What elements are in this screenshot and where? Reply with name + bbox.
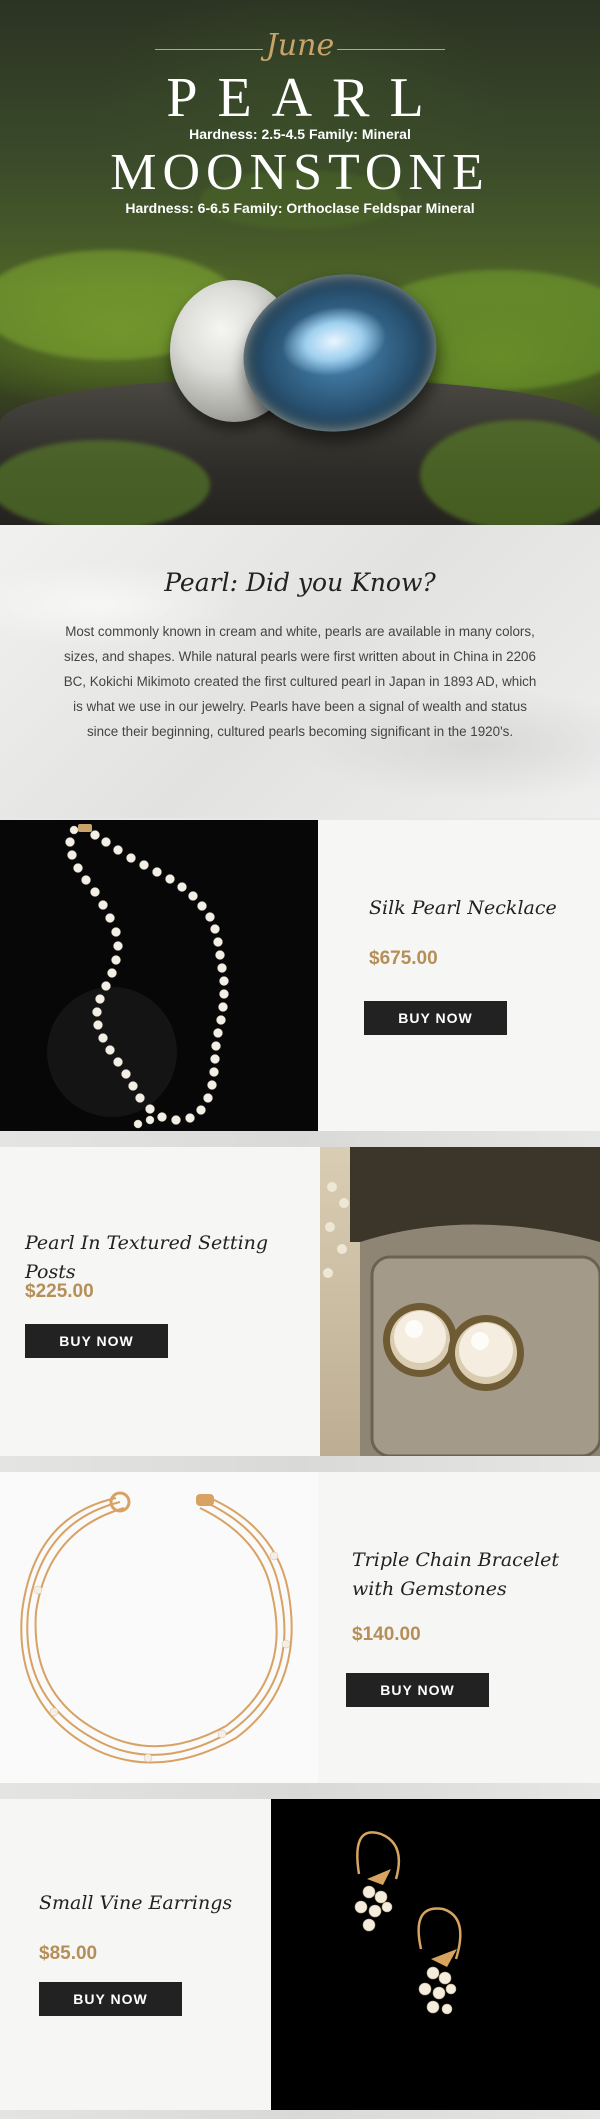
moonstone-details: Hardness: 6-6.5 Family: Orthoclase Felds…: [125, 200, 475, 216]
moonstone-heading: MOONSTONE: [110, 144, 490, 201]
pearl-heading: PEARL: [166, 67, 444, 129]
section-divider: [0, 1783, 600, 1799]
did-you-know-title: Pearl: Did you Know?: [164, 568, 436, 597]
did-you-know-section: Pearl: Did you Know? Most commonly known…: [0, 525, 600, 818]
product-name: Small Vine Earrings: [39, 1892, 233, 1914]
product-name: Pearl In Textured Setting Posts: [25, 1232, 269, 1283]
section-divider: [0, 1456, 600, 1472]
hero-banner: June PEARL Hardness: 2.5-4.5 Family: Min…: [0, 0, 600, 525]
buy-now-button[interactable]: BUY NOW: [39, 1982, 182, 2016]
bracelet-image[interactable]: [0, 1472, 318, 1783]
product-name: Silk Pearl Necklace: [369, 897, 557, 919]
pearl-details: Hardness: 2.5-4.5 Family: Mineral: [189, 126, 411, 142]
product-name: Triple Chain Bracelet with Gemstones: [352, 1549, 560, 1600]
month-label: June: [265, 28, 335, 63]
product-price: $140.00: [352, 1624, 421, 1645]
did-you-know-text: Most commonly known in cream and white, …: [63, 624, 537, 739]
product-card-necklace: Silk Pearl Necklace $675.00 BUY NOW: [318, 820, 600, 1131]
section-divider: [0, 1131, 600, 1147]
product-price: $225.00: [25, 1281, 94, 1302]
section-divider: [0, 2110, 600, 2119]
product-card-posts: Pearl In Textured Setting Posts $225.00 …: [0, 1147, 320, 1456]
product-price: $675.00: [369, 948, 438, 969]
vine-earrings-image[interactable]: [271, 1799, 600, 2110]
necklace-image[interactable]: [0, 820, 318, 1131]
buy-now-button[interactable]: BUY NOW: [346, 1673, 489, 1707]
product-card-vine-earrings: Small Vine Earrings $85.00 BUY NOW: [0, 1799, 271, 2110]
earring-posts-image[interactable]: [320, 1147, 600, 1456]
buy-now-button[interactable]: BUY NOW: [364, 1001, 507, 1035]
buy-now-button[interactable]: BUY NOW: [25, 1324, 168, 1358]
product-card-bracelet: Triple Chain Bracelet with Gemstones $14…: [318, 1472, 600, 1783]
product-price: $85.00: [39, 1943, 98, 1964]
